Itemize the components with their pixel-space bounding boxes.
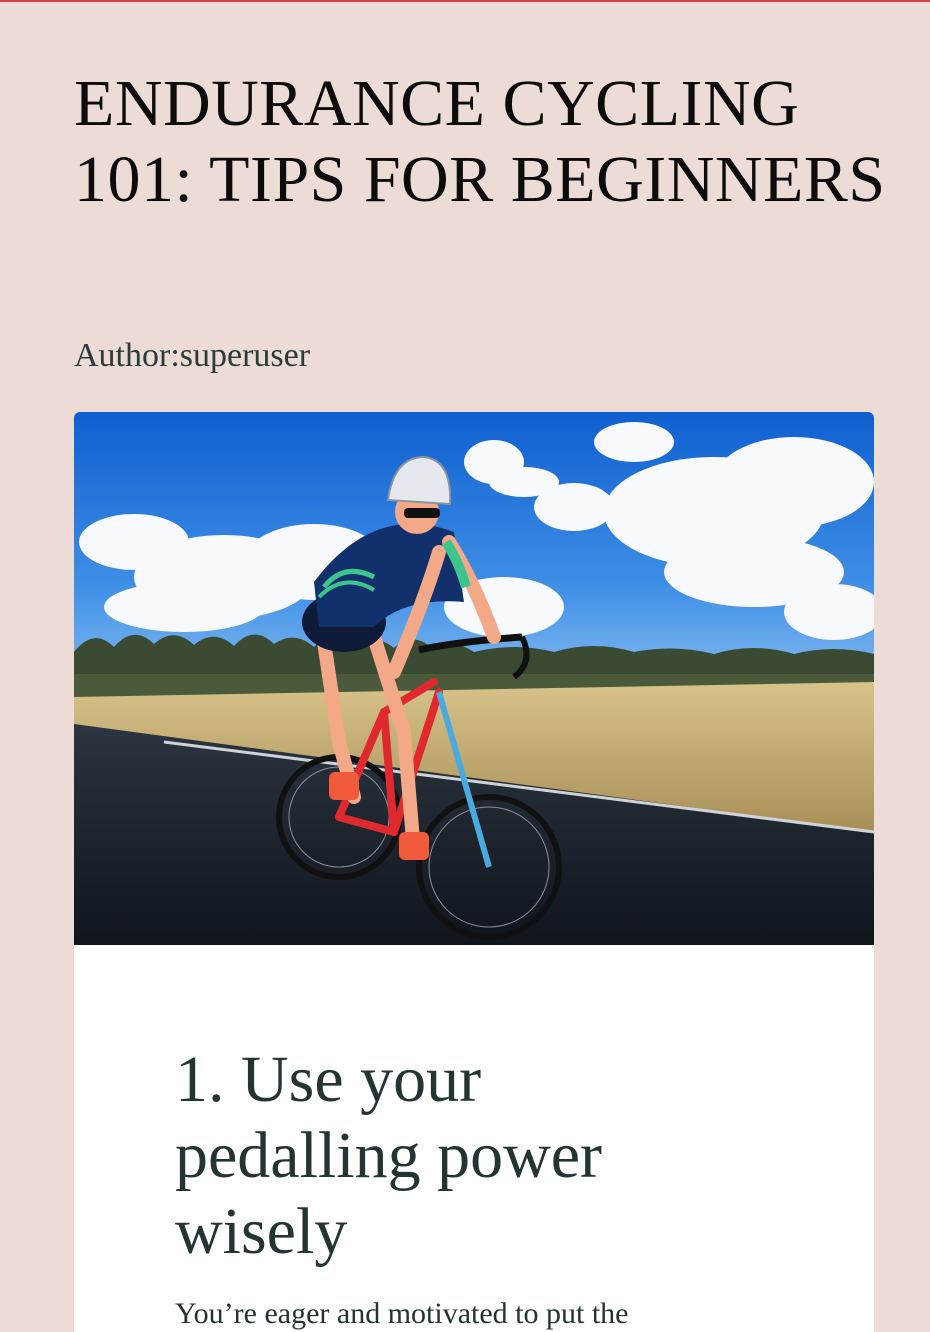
page-title-line: 101: TIPS FOR BEGINNERS xyxy=(74,143,886,216)
author-byline: Author:superuser xyxy=(74,337,311,374)
section-heading-line: wisely xyxy=(175,1195,348,1268)
page-title-line: ENDURANCE CYCLING xyxy=(74,67,800,140)
article-card: 1. Use your pedalling power wisely You’r… xyxy=(74,412,874,1332)
page-title: ENDURANCE CYCLING 101: TIPS FOR BEGINNER… xyxy=(74,66,886,218)
section-heading-line: 1. Use your xyxy=(175,1043,482,1116)
section-heading: 1. Use your pedalling power wisely xyxy=(175,1042,775,1270)
hero-image-cyclist xyxy=(74,412,874,945)
section-paragraph: You’re eager and motivated to put the xyxy=(175,1297,629,1330)
section-heading-line: pedalling power xyxy=(175,1119,603,1192)
